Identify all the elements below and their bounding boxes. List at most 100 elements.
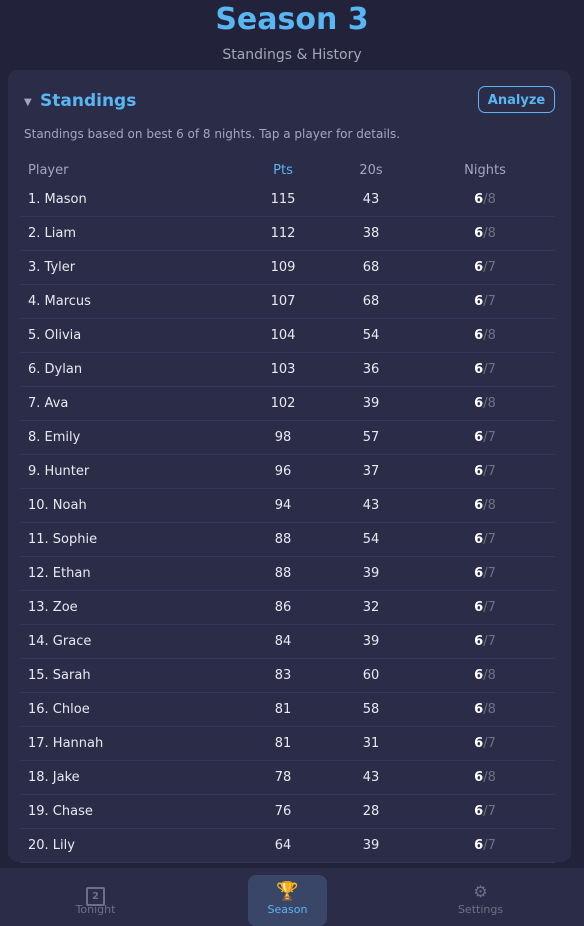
player-points: 107 <box>270 294 296 309</box>
player-nights: 6/8 <box>450 217 520 250</box>
table-row[interactable]: 7. Ava 102 39 6/8 <box>20 387 555 421</box>
table-row[interactable]: 3. Tyler 109 68 6/7 <box>20 251 555 285</box>
gear-icon: ⚙ <box>473 882 488 901</box>
table-row[interactable]: 14. Grace 84 39 6/7 <box>20 625 555 659</box>
analyze-button[interactable]: Analyze <box>478 86 555 113</box>
player-nights: 6/7 <box>450 829 520 862</box>
nights-counted: 6 <box>474 396 484 411</box>
player-twenties: 32 <box>362 600 380 615</box>
nights-total: /8 <box>483 770 496 785</box>
column-header-20s[interactable]: 20s <box>346 158 396 183</box>
player-twenties: 37 <box>362 464 380 479</box>
nights-counted: 6 <box>474 668 484 683</box>
column-header-pts[interactable]: Pts <box>256 158 310 183</box>
table-row[interactable]: 18. Jake 78 43 6/8 <box>20 761 555 795</box>
table-row[interactable]: 17. Hannah 81 31 6/7 <box>20 727 555 761</box>
table-row[interactable]: 2. Liam 112 38 6/8 <box>20 217 555 251</box>
standings-header[interactable]: ▼ Standings Analyze <box>24 86 555 118</box>
table-row[interactable]: 20. Lily 64 39 6/7 <box>20 829 555 863</box>
nights-counted: 6 <box>474 736 484 751</box>
nights-total: /7 <box>483 736 496 751</box>
player-points: 83 <box>274 668 292 683</box>
player-points: 78 <box>274 770 292 785</box>
nights-total: /8 <box>483 192 496 207</box>
player-nights: 6/7 <box>450 455 520 488</box>
trophy-icon: 🏆 <box>276 881 299 902</box>
player-points: 115 <box>270 192 296 207</box>
player-points: 98 <box>274 430 292 445</box>
tab-bar: 2 Tonight 🏆 Season ⚙ Settings <box>0 868 584 926</box>
player-twenties: 43 <box>362 770 380 785</box>
player-name: 20. Lily <box>28 838 75 853</box>
table-row[interactable]: 9. Hunter 96 37 6/7 <box>20 455 555 489</box>
player-nights: 6/8 <box>450 319 520 352</box>
nights-counted: 6 <box>474 328 484 343</box>
page-title: Season 3 <box>215 2 369 37</box>
player-name: 12. Ethan <box>28 566 91 581</box>
column-header-player[interactable]: Player <box>28 158 68 183</box>
nights-counted: 6 <box>474 838 484 853</box>
player-points: 86 <box>274 600 292 615</box>
tab-tonight[interactable]: 2 Tonight <box>56 875 135 926</box>
table-header: Player Pts 20s Nights <box>20 158 555 183</box>
column-header-nights[interactable]: Nights <box>450 158 520 183</box>
player-twenties: 38 <box>362 226 380 241</box>
player-points: 112 <box>270 226 296 241</box>
player-points: 81 <box>274 736 292 751</box>
nights-counted: 6 <box>474 260 484 275</box>
player-twenties: 54 <box>362 328 380 343</box>
player-nights: 6/7 <box>450 523 520 556</box>
table-row[interactable]: 5. Olivia 104 54 6/8 <box>20 319 555 353</box>
nights-total: /7 <box>483 430 496 445</box>
player-nights: 6/8 <box>450 489 520 522</box>
tab-season[interactable]: 🏆 Season <box>248 875 327 926</box>
player-name: 7. Ava <box>28 396 69 411</box>
tab-settings[interactable]: ⚙ Settings <box>441 875 520 926</box>
player-name: 14. Grace <box>28 634 92 649</box>
player-twenties: 31 <box>362 736 380 751</box>
player-twenties: 39 <box>362 566 380 581</box>
tab-season-label: Season <box>267 903 308 916</box>
player-nights: 6/7 <box>450 353 520 386</box>
player-name: 17. Hannah <box>28 736 104 751</box>
table-row[interactable]: 16. Chloe 81 58 6/8 <box>20 693 555 727</box>
nights-total: /8 <box>483 498 496 513</box>
player-twenties: 43 <box>362 498 380 513</box>
player-name: 9. Hunter <box>28 464 90 479</box>
player-nights: 6/7 <box>450 421 520 454</box>
player-name: 13. Zoe <box>28 600 78 615</box>
player-name: 6. Dylan <box>28 362 83 377</box>
player-nights: 6/8 <box>450 693 520 726</box>
table-row[interactable]: 1. Mason 115 43 6/8 <box>20 183 555 217</box>
nights-counted: 6 <box>474 294 484 309</box>
table-row[interactable]: 10. Noah 94 43 6/8 <box>20 489 555 523</box>
player-twenties: 39 <box>362 396 380 411</box>
nights-total: /7 <box>483 566 496 581</box>
nights-total: /7 <box>483 804 496 819</box>
table-row[interactable]: 13. Zoe 86 32 6/7 <box>20 591 555 625</box>
nights-total: /8 <box>483 396 496 411</box>
table-row[interactable]: 19. Chase 76 28 6/7 <box>20 795 555 829</box>
player-nights: 6/7 <box>450 795 520 828</box>
player-name: 16. Chloe <box>28 702 90 717</box>
player-nights: 6/7 <box>450 557 520 590</box>
collapse-triangle-icon[interactable]: ▼ <box>24 97 32 108</box>
table-row[interactable]: 11. Sophie 88 54 6/7 <box>20 523 555 557</box>
player-points: 88 <box>274 566 292 581</box>
table-row[interactable]: 4. Marcus 107 68 6/7 <box>20 285 555 319</box>
nights-total: /7 <box>483 838 496 853</box>
player-twenties: 60 <box>362 668 380 683</box>
player-points: 104 <box>270 328 296 343</box>
table-row[interactable]: 12. Ethan 88 39 6/7 <box>20 557 555 591</box>
nights-counted: 6 <box>474 770 484 785</box>
nights-total: /8 <box>483 226 496 241</box>
nights-total: /7 <box>483 532 496 547</box>
standings-table: Player Pts 20s Nights 1. Mason 115 43 6/8 2.… <box>20 158 555 863</box>
table-row[interactable]: 15. Sarah 83 60 6/8 <box>20 659 555 693</box>
standings-title[interactable]: Standings <box>40 91 136 111</box>
table-row[interactable]: 8. Emily 98 57 6/7 <box>20 421 555 455</box>
player-points: 109 <box>270 260 296 275</box>
player-points: 64 <box>274 838 292 853</box>
nights-total: /7 <box>483 464 496 479</box>
table-row[interactable]: 6. Dylan 103 36 6/7 <box>20 353 555 387</box>
